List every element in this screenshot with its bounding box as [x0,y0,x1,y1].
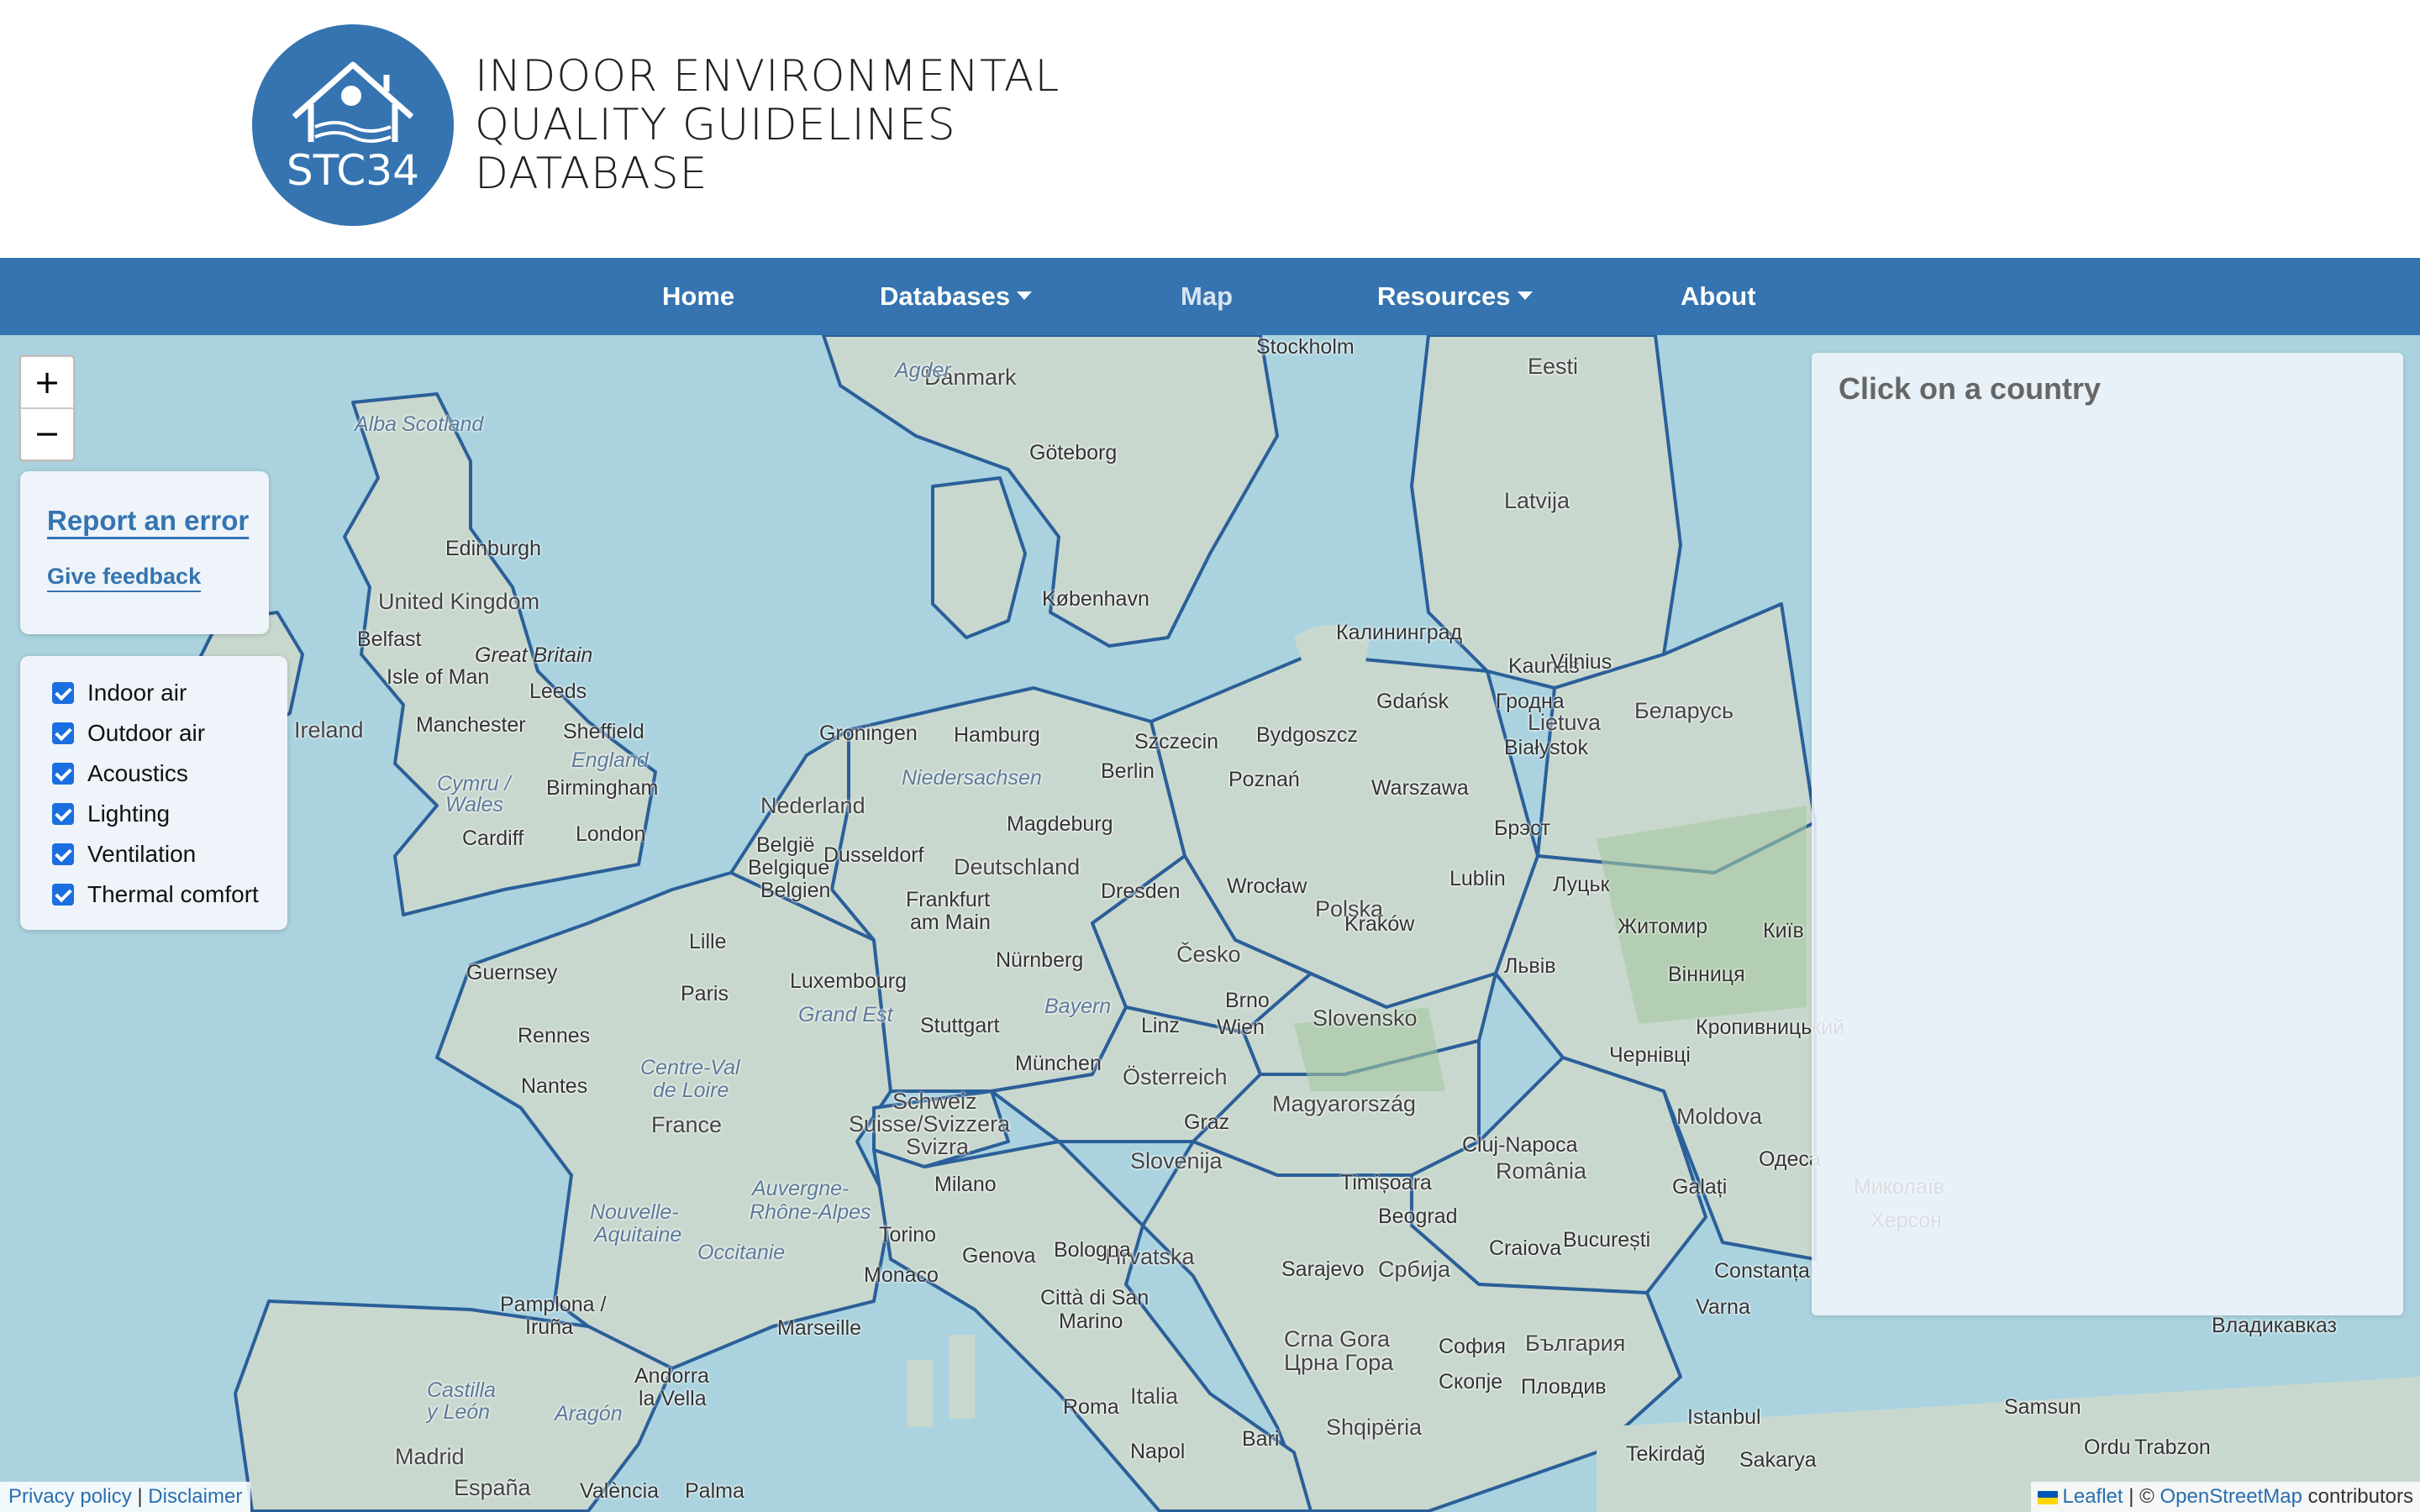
privacy-policy-link[interactable]: Privacy policy [8,1485,132,1508]
ukraine-flag-icon [2037,1490,2058,1504]
nav-map[interactable]: Map [1181,258,1233,335]
nav-resources[interactable]: Resources [1377,258,1533,335]
nav-databases[interactable]: Databases [880,258,1033,335]
checkbox-checked-icon[interactable] [52,884,74,906]
report-error-link[interactable]: Report an error [47,505,249,537]
filter-ventilation[interactable]: Ventilation [52,837,196,871]
nav-resources-label: Resources [1377,281,1511,311]
footer-separator: | [137,1485,143,1508]
map-attribution: Leaflet | © OpenStreetMap contributors [2030,1482,2420,1512]
attribution-contributors: contributors [2307,1485,2413,1508]
checkbox-checked-icon[interactable] [52,803,74,825]
filter-acoustics[interactable]: Acoustics [52,757,188,790]
filter-indoor-air[interactable]: Indoor air [52,676,187,710]
site-title: INDOOR ENVIRONMENTAL QUALITY GUIDELINES … [475,52,1060,198]
nav-home[interactable]: Home [662,258,734,335]
filter-thermal-comfort[interactable]: Thermal comfort [52,878,259,911]
zoom-in-button[interactable]: + [21,357,73,409]
house-icon [292,61,414,143]
caret-down-icon [1017,291,1033,300]
report-panel: Report an error Give feedback [20,471,269,634]
nav-home-label: Home [662,281,735,311]
filter-label: Acoustics [87,760,188,786]
zoom-out-button[interactable]: − [21,408,73,459]
title-line: DATABASE [475,149,708,199]
nav-map-label: Map [1181,281,1233,311]
stc34-logo[interactable]: STC34 [252,24,454,226]
title-line: INDOOR ENVIRONMENTAL [475,51,1060,102]
nav-about-label: About [1681,281,1756,311]
attribution-separator: | © [2128,1485,2154,1508]
main-nav: Home Databases Map Resources About [0,258,2420,335]
filter-label: Outdoor air [87,720,206,746]
country-info-panel: Click on a country [1812,353,2403,1315]
site-header: STC34 INDOOR ENVIRONMENTAL QUALITY GUIDE… [0,0,2420,258]
leaflet-link[interactable]: Leaflet [2063,1485,2123,1508]
give-feedback-link[interactable]: Give feedback [47,564,201,590]
title-line: QUALITY GUIDELINES [475,100,956,150]
zoom-control: + − [18,354,76,462]
checkbox-checked-icon[interactable] [52,682,74,704]
nav-about[interactable]: About [1681,258,1756,335]
openstreetmap-link[interactable]: OpenStreetMap [2160,1485,2302,1508]
filter-label: Ventilation [87,841,197,867]
logo-text: STC34 [287,146,419,195]
nav-databases-label: Databases [880,281,1011,311]
checkbox-checked-icon[interactable] [52,843,74,865]
filter-label: Thermal comfort [87,881,259,907]
filter-lighting[interactable]: Lighting [52,797,170,831]
category-filter-panel: Indoor air Outdoor air Acoustics Lightin… [20,656,287,930]
caret-down-icon [1517,291,1533,300]
info-panel-title: Click on a country [1839,371,2102,406]
disclaimer-link[interactable]: Disclaimer [148,1485,242,1508]
checkbox-checked-icon[interactable] [52,763,74,785]
footer-links: Privacy policy | Disclaimer [0,1482,251,1512]
checkbox-checked-icon[interactable] [52,722,74,744]
filter-outdoor-air[interactable]: Outdoor air [52,717,205,750]
filter-label: Lighting [87,801,171,827]
filter-label: Indoor air [87,680,187,706]
